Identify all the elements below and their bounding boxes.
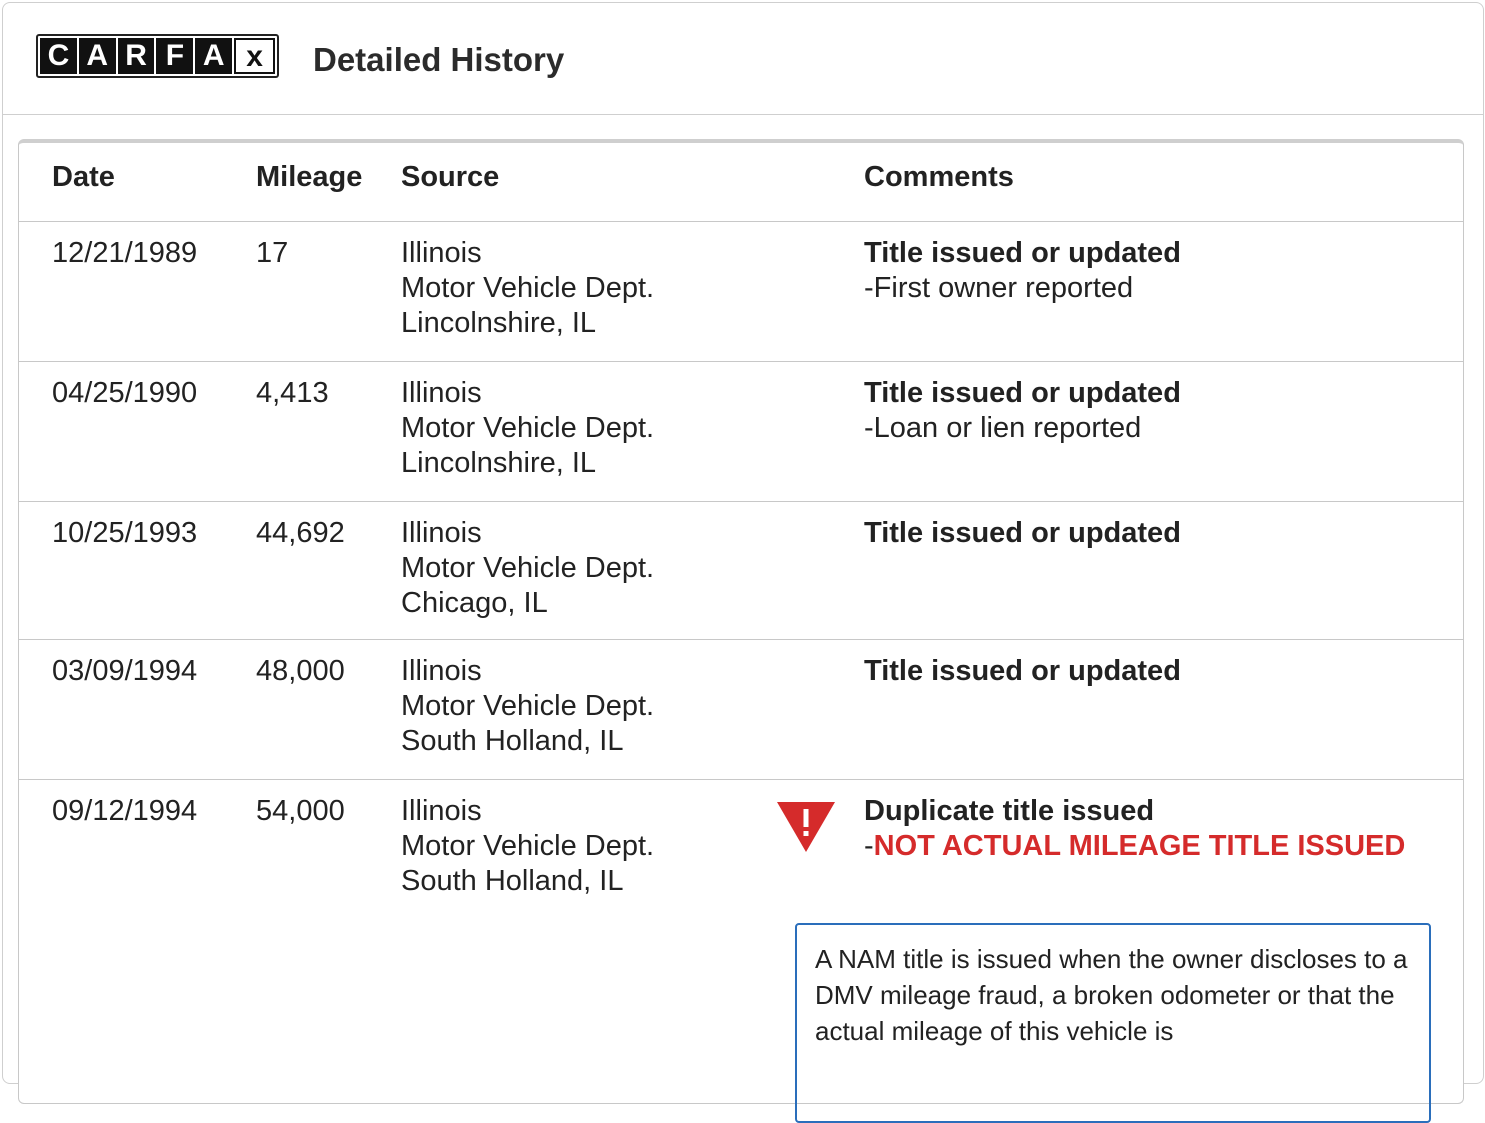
comment-detail-line: -First owner reported [864, 272, 1134, 304]
logo-letter: C [40, 38, 77, 74]
mileage-cell: 44,692 [256, 517, 345, 549]
comment-detail-line: -Loan or lien reported [864, 412, 1142, 444]
source-line: South Holland, IL [401, 865, 624, 897]
source-line: Motor Vehicle Dept. [401, 412, 655, 444]
nam-info-box: A NAM title is issued when the owner dis… [795, 923, 1431, 1123]
logo-letter: R [117, 38, 155, 74]
logo-letter: x [234, 38, 275, 74]
source-line: Motor Vehicle Dept. [401, 830, 655, 862]
column-header-comments: Comments [864, 161, 1014, 193]
comment-title: Title issued or updated [864, 655, 1181, 687]
table-row: 12/21/1989 17 Illinois Motor Vehicle Dep… [19, 221, 1463, 361]
history-table: Date Mileage Source Comments 12/21/1989 … [18, 139, 1464, 1123]
logo-letter: A [78, 38, 116, 74]
comment-detail: Loan or lien reported [873, 412, 1142, 444]
comment-detail: First owner reported [873, 272, 1134, 304]
source-cell: Illinois Motor Vehicle Dept. Chicago, IL [401, 516, 654, 621]
source-line: Motor Vehicle Dept. [401, 272, 655, 304]
source-line: Lincolnshire, IL [401, 447, 597, 479]
nam-alert-text: NOT ACTUAL MILEAGE TITLE ISSUED [873, 830, 1406, 862]
date-cell: 03/09/1994 [52, 655, 198, 687]
comment-cell: Title issued or updated -First owner rep… [864, 236, 1181, 306]
mileage-cell: 54,000 [256, 795, 345, 827]
column-header-date: Date [52, 161, 115, 193]
mileage-cell: 48,000 [256, 655, 345, 687]
carfax-logo: C A R F A x [36, 34, 279, 78]
comment-cell: Title issued or updated [864, 516, 1181, 551]
date-cell: 04/25/1990 [52, 377, 198, 409]
column-header-mileage: Mileage [256, 161, 363, 193]
source-cell: Illinois Motor Vehicle Dept. Lincolnshir… [401, 236, 654, 341]
mileage-cell: 17 [256, 237, 289, 269]
date-cell: 09/12/1994 [52, 795, 198, 827]
table-row: 04/25/1990 4,413 Illinois Motor Vehicle … [19, 361, 1463, 501]
source-line: Lincolnshire, IL [401, 307, 597, 339]
table-row: 10/25/1993 44,692 Illinois Motor Vehicle… [19, 501, 1463, 640]
panel-header: C A R F A x Detailed History [3, 3, 1483, 115]
comment-title: Title issued or updated [864, 237, 1181, 269]
mileage-cell: 4,413 [256, 377, 329, 409]
source-cell: Illinois Motor Vehicle Dept. Lincolnshir… [401, 376, 654, 481]
comment-cell: Title issued or updated -Loan or lien re… [864, 376, 1181, 446]
table-row: 09/12/1994 54,000 Illinois Motor Vehicle… [19, 779, 1463, 1123]
date-cell: 10/25/1993 [52, 517, 198, 549]
source-line: Motor Vehicle Dept. [401, 690, 655, 722]
source-line: Illinois [401, 795, 482, 827]
table-row: 03/09/1994 48,000 Illinois Motor Vehicle… [19, 639, 1463, 780]
column-header-source: Source [401, 161, 500, 193]
comment-cell: Duplicate title issued -NOT ACTUAL MILEA… [864, 794, 1405, 864]
page-title: Detailed History [313, 41, 565, 78]
source-line: Illinois [401, 517, 482, 549]
logo-letter: F [156, 38, 194, 74]
source-line: Illinois [401, 237, 482, 269]
comment-title: Duplicate title issued [864, 795, 1155, 827]
date-cell: 12/21/1989 [52, 237, 198, 269]
comment-alert-line: -NOT ACTUAL MILEAGE TITLE ISSUED [864, 830, 1406, 862]
source-line: Chicago, IL [401, 587, 548, 619]
source-line: South Holland, IL [401, 725, 624, 757]
comment-title: Title issued or updated [864, 517, 1181, 549]
source-cell: Illinois Motor Vehicle Dept. South Holla… [401, 654, 654, 759]
source-line: Illinois [401, 655, 482, 687]
logo-letter: A [195, 38, 233, 74]
source-cell: Illinois Motor Vehicle Dept. South Holla… [401, 794, 654, 899]
warning-triangle-icon [777, 802, 835, 852]
source-line: Illinois [401, 377, 482, 409]
comment-cell: Title issued or updated [864, 654, 1181, 689]
comment-title: Title issued or updated [864, 377, 1181, 409]
source-line: Motor Vehicle Dept. [401, 552, 655, 584]
